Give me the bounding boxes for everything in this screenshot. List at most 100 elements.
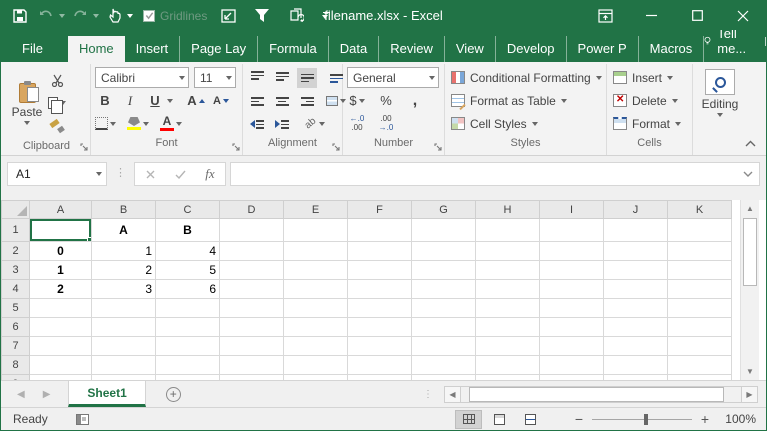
cell-C5[interactable] [156, 299, 220, 318]
delete-dropdown-icon[interactable] [672, 99, 678, 103]
row-header-4[interactable]: 4 [2, 280, 30, 299]
cancel-icon[interactable] [135, 163, 165, 185]
cell-H1[interactable] [476, 219, 540, 242]
redo-icon[interactable] [69, 5, 91, 27]
cell-F7[interactable] [348, 337, 412, 356]
editing-button[interactable]: Editing [697, 66, 743, 117]
cell-E8[interactable] [284, 356, 348, 375]
delete-cells-button[interactable]: Delete [613, 89, 688, 112]
filter-icon[interactable] [251, 5, 273, 27]
column-header-H[interactable]: H [476, 201, 540, 219]
select-all-corner[interactable] [2, 201, 30, 219]
touch-mode-icon[interactable] [103, 5, 125, 27]
bold-button[interactable]: B [95, 91, 115, 111]
increase-decimal-button[interactable]: ←.0.00 [347, 114, 367, 134]
tab-view[interactable]: View [445, 36, 496, 62]
cell-G1[interactable] [412, 219, 476, 242]
cell-H6[interactable] [476, 318, 540, 337]
column-header-J[interactable]: J [604, 201, 668, 219]
scroll-left-icon[interactable]: ◀ [444, 386, 461, 403]
row-header-1[interactable]: 1 [2, 219, 30, 242]
italic-button[interactable]: I [120, 91, 140, 111]
paste-dropdown-icon[interactable] [24, 121, 30, 125]
view-page-break-button[interactable] [517, 410, 544, 429]
tab-develop[interactable]: Develop [496, 36, 567, 62]
cell-J1[interactable] [604, 219, 668, 242]
shrink-font-button[interactable]: A [211, 91, 231, 111]
tab-macros[interactable]: Macros [639, 36, 705, 62]
cell-I4[interactable] [540, 280, 604, 299]
horizontal-scroll-thumb[interactable] [469, 387, 724, 402]
align-top-button[interactable] [247, 68, 267, 88]
font-size-dropdown-icon[interactable] [226, 76, 232, 80]
align-left-button[interactable] [247, 91, 267, 111]
clipboard-dialog-launcher-icon[interactable] [80, 143, 89, 152]
cell-I7[interactable] [540, 337, 604, 356]
cell-D2[interactable] [220, 242, 284, 261]
cell-C2[interactable]: 4 [156, 242, 220, 261]
editing-dropdown-icon[interactable] [717, 113, 723, 117]
tab-power-p[interactable]: Power P [567, 36, 639, 62]
cell-E1[interactable] [284, 219, 348, 242]
underline-button[interactable]: U [145, 91, 165, 111]
number-dialog-launcher-icon[interactable] [434, 143, 443, 152]
save-icon[interactable] [9, 5, 31, 27]
cut-button[interactable] [47, 70, 67, 90]
maximize-icon[interactable] [674, 1, 720, 30]
cell-A5[interactable] [30, 299, 92, 318]
comma-style-button[interactable]: , [405, 91, 425, 111]
cell-J7[interactable] [604, 337, 668, 356]
tab-review[interactable]: Review [379, 36, 445, 62]
borders-button[interactable] [95, 114, 116, 134]
name-box[interactable]: A1 [7, 162, 107, 186]
column-header-K[interactable]: K [668, 201, 732, 219]
close-icon[interactable] [720, 1, 766, 30]
cell-H7[interactable] [476, 337, 540, 356]
tab-home[interactable]: Home [68, 36, 125, 62]
tab-page-lay[interactable]: Page Lay [180, 36, 258, 62]
percent-style-button[interactable]: % [376, 91, 396, 111]
horizontal-scrollbar[interactable]: ⋮ ◀ ▶ [423, 385, 758, 404]
cell-C7[interactable] [156, 337, 220, 356]
decrease-indent-button[interactable] [247, 114, 267, 134]
tab-splitter-handle[interactable]: ⋮ [423, 389, 434, 400]
column-header-E[interactable]: E [284, 201, 348, 219]
cell-H5[interactable] [476, 299, 540, 318]
conditional-formatting-button[interactable]: Conditional Formatting [451, 66, 602, 89]
cell-I2[interactable] [540, 242, 604, 261]
formula-expand-icon[interactable] [743, 171, 753, 177]
tab-data[interactable]: Data [329, 36, 379, 62]
cell-F2[interactable] [348, 242, 412, 261]
font-family-select[interactable]: Calibri [95, 67, 189, 88]
cell-J2[interactable] [604, 242, 668, 261]
cell-A3[interactable]: 1 [30, 261, 92, 280]
touch-mode-dropdown-icon[interactable] [127, 14, 133, 18]
column-header-C[interactable]: C [156, 201, 220, 219]
zoom-slider-thumb[interactable] [644, 414, 648, 425]
cell-F5[interactable] [348, 299, 412, 318]
column-header-I[interactable]: I [540, 201, 604, 219]
new-sheet-button[interactable]: + [146, 381, 201, 407]
column-header-B[interactable]: B [92, 201, 156, 219]
cell-I8[interactable] [540, 356, 604, 375]
cell-I6[interactable] [540, 318, 604, 337]
window-resize-icon[interactable] [217, 5, 239, 27]
redo-dropdown-icon[interactable] [93, 14, 99, 18]
cell-D7[interactable] [220, 337, 284, 356]
cell-E7[interactable] [284, 337, 348, 356]
cell-H3[interactable] [476, 261, 540, 280]
sheet-nav-left-icon[interactable]: ◀ [17, 389, 25, 400]
cell-J6[interactable] [604, 318, 668, 337]
cell-E5[interactable] [284, 299, 348, 318]
cell-B2[interactable]: 1 [92, 242, 156, 261]
cell-I5[interactable] [540, 299, 604, 318]
cell-styles-button[interactable]: Cell Styles [451, 112, 602, 135]
collapse-ribbon-icon[interactable] [745, 140, 756, 147]
cell-G3[interactable] [412, 261, 476, 280]
copy-button[interactable] [47, 93, 67, 113]
align-bottom-button[interactable] [297, 68, 317, 88]
cell-C3[interactable]: 5 [156, 261, 220, 280]
cell-I3[interactable] [540, 261, 604, 280]
grow-font-button[interactable]: A [186, 91, 206, 111]
cell-H4[interactable] [476, 280, 540, 299]
